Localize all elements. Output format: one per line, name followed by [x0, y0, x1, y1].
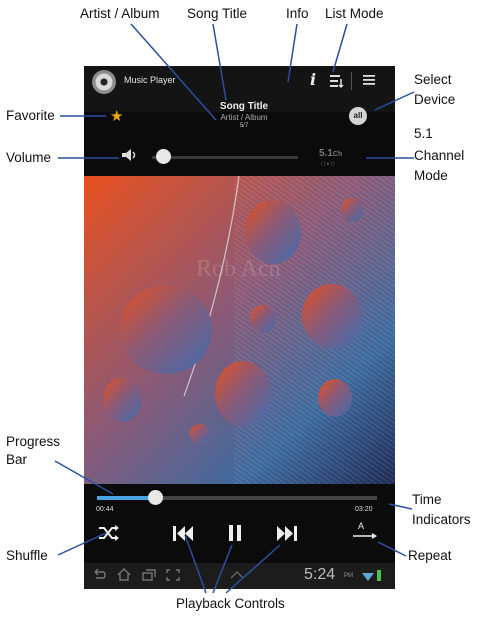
repeat-arrow — [353, 533, 377, 539]
star-icon[interactable]: ★ — [110, 107, 123, 125]
callout-time-line1: Time — [412, 492, 442, 507]
song-title: Song Title — [219, 101, 269, 112]
callout-favorite: Favorite — [6, 108, 55, 123]
artist-album: Artist / Album — [220, 113, 268, 122]
callout-artist-album: Artist / Album — [80, 6, 160, 21]
channel-mode-button[interactable]: 5.1Ch — [319, 148, 342, 159]
callout-time-line2: Indicators — [412, 512, 471, 527]
next-icon[interactable] — [276, 525, 298, 542]
status-ampm: PM — [344, 573, 353, 579]
pause-icon[interactable] — [227, 524, 243, 542]
status-clock: 5:24 — [304, 566, 336, 583]
callout-repeat: Repeat — [408, 548, 452, 563]
album-art: Rob Acn — [84, 176, 395, 484]
progress-knob[interactable] — [148, 490, 163, 505]
app-disc-icon — [92, 70, 116, 94]
home-icon[interactable] — [117, 568, 131, 581]
channel-mode-indicator: ((●)) — [321, 161, 336, 167]
callout-channel-line2: Channel — [414, 148, 465, 163]
elapsed-time: 00:44 — [96, 506, 114, 513]
callout-song-title: Song Title — [187, 6, 248, 21]
total-duration: 03:20 — [355, 506, 373, 513]
music-player-screen: Music Player i ★ Song Title Artist / Alb… — [84, 66, 395, 589]
battery-icon — [377, 570, 381, 581]
channel-mode-value: 5.1 — [319, 148, 333, 159]
callout-volume: Volume — [6, 150, 52, 165]
callout-progress-line2: Bar — [6, 452, 28, 467]
screenshot-icon[interactable] — [166, 569, 180, 581]
volume-icon[interactable] — [121, 148, 139, 162]
callout-progress-line1: Progress — [6, 434, 61, 449]
volume-slider-knob[interactable] — [156, 149, 171, 164]
app-title: Music Player — [124, 75, 176, 85]
list-mode-icon[interactable] — [329, 73, 345, 89]
toolbar-divider — [351, 72, 352, 90]
wifi-icon — [362, 573, 374, 581]
select-device-button[interactable]: all — [349, 107, 367, 125]
callout-select-device-line1: Select — [414, 72, 452, 87]
callout-info: Info — [286, 6, 309, 21]
callout-list-mode: List Mode — [325, 6, 384, 21]
info-icon[interactable]: i — [310, 70, 316, 89]
up-arrow-icon[interactable] — [230, 570, 244, 580]
callout-playback-controls: Playback Controls — [176, 596, 285, 611]
back-icon[interactable] — [92, 569, 106, 581]
shuffle-icon[interactable] — [98, 524, 120, 542]
callout-channel-line3: Mode — [414, 168, 448, 183]
menu-icon[interactable] — [363, 73, 377, 87]
volume-track[interactable] — [152, 156, 298, 159]
previous-icon[interactable] — [172, 525, 194, 542]
repeat-icon[interactable]: A — [352, 521, 378, 543]
callout-select-device-line2: Device — [414, 92, 456, 107]
channel-mode-unit: Ch — [332, 151, 343, 158]
callout-channel-line1: 5.1 — [414, 126, 433, 141]
repeat-letter: A — [358, 521, 365, 531]
recent-apps-icon[interactable] — [142, 569, 156, 581]
callout-shuffle: Shuffle — [6, 548, 48, 563]
track-count: 5/7 — [239, 123, 249, 129]
